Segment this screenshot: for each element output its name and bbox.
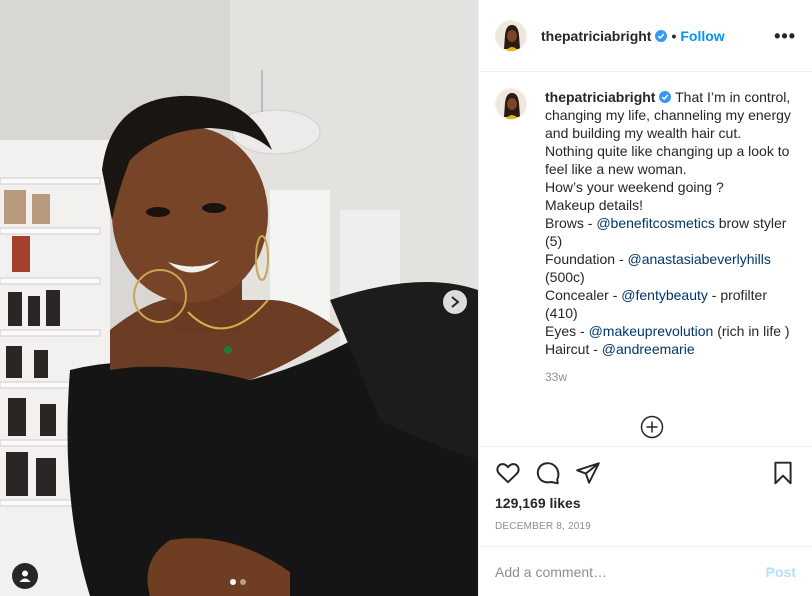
caption-area: thepatriciabright That I’m in control, c… <box>479 72 812 446</box>
caption-line: Concealer - @fentybeauty - profilter (41… <box>545 286 796 322</box>
caption-line-text: Nothing quite like changing up a look to… <box>545 143 790 177</box>
carousel-dot <box>240 579 246 585</box>
caption-avatar[interactable] <box>495 88 527 120</box>
carousel-indicator <box>230 579 246 585</box>
verified-badge-icon <box>659 91 672 103</box>
bookmark-icon[interactable] <box>770 460 796 486</box>
caption-line-text: How’s your weekend going ? <box>545 179 724 195</box>
tagged-users-button[interactable] <box>12 563 38 589</box>
caption-line-text: (500c) <box>545 269 585 285</box>
action-bar <box>495 453 796 493</box>
paper-plane-icon[interactable] <box>575 460 601 486</box>
caption-line-text: Concealer - <box>545 287 622 303</box>
plus-circle-icon[interactable] <box>640 415 664 439</box>
caption-line-text: Makeup details! <box>545 197 644 213</box>
post-sidebar: thepatriciabright • Follow ••• thepatric… <box>478 0 812 596</box>
post-actions: 129,169 likes DECEMBER 8, 2019 <box>479 446 812 546</box>
caption-line-text: Haircut - <box>545 341 602 357</box>
caption-username[interactable]: thepatriciabright <box>545 89 655 105</box>
avatar-image <box>496 89 526 119</box>
caption-text: thepatriciabright That I’m in control, c… <box>545 88 796 358</box>
mention-link[interactable]: @andreemarie <box>602 341 695 357</box>
verified-badge-icon <box>655 29 668 42</box>
comment-icon[interactable] <box>535 460 561 486</box>
user-tag-icon <box>19 570 31 582</box>
caption-line-text: Foundation - <box>545 251 628 267</box>
avatar[interactable] <box>495 19 527 52</box>
caption-line-text: Brows - <box>545 215 597 231</box>
follow-button[interactable]: Follow <box>680 28 724 44</box>
comment-input[interactable] <box>495 563 766 580</box>
separator-dot: • <box>671 27 677 44</box>
avatar-image <box>496 20 526 51</box>
next-photo-button[interactable] <box>443 290 467 314</box>
caption-line-text: Eyes - <box>545 323 589 339</box>
more-options-button[interactable]: ••• <box>774 27 796 45</box>
comment-box: Post <box>479 546 812 596</box>
username-link[interactable]: thepatriciabright <box>541 28 651 44</box>
mention-link[interactable]: @makeuprevolution <box>589 323 714 339</box>
caption-line: Nothing quite like changing up a look to… <box>545 142 796 178</box>
post-header: thepatriciabright • Follow ••• <box>479 0 812 72</box>
caption-line: How’s your weekend going ? <box>545 178 796 196</box>
mention-link[interactable]: @anastasiabeverlyhills <box>628 251 771 267</box>
caption-line: Brows - @benefitcosmetics brow styler (5… <box>545 214 796 250</box>
caption-line: Haircut - @andreemarie <box>545 340 796 358</box>
chevron-right-icon <box>451 296 460 308</box>
mention-link[interactable]: @benefitcosmetics <box>596 215 714 231</box>
caption-line: Makeup details! <box>545 196 796 214</box>
heart-icon[interactable] <box>495 460 521 486</box>
caption: thepatriciabright That I’m in control, c… <box>495 88 796 358</box>
caption-line: Eyes - @makeuprevolution (rich in life ) <box>545 322 796 340</box>
likes-count[interactable]: 129,169 likes <box>495 495 796 511</box>
caption-line-text: (rich in life ) <box>713 323 790 339</box>
carousel-dot-active <box>230 579 236 585</box>
mention-link[interactable]: @fentybeauty <box>621 287 708 303</box>
post-date: DECEMBER 8, 2019 <box>495 521 592 532</box>
instagram-post: thepatriciabright • Follow ••• thepatric… <box>0 0 812 596</box>
post-comment-button[interactable]: Post <box>766 564 796 580</box>
photo-image <box>0 0 478 596</box>
post-photo <box>0 0 478 596</box>
post-age[interactable]: 33w <box>545 370 796 384</box>
caption-line: Foundation - @anastasiabeverlyhills (500… <box>545 250 796 286</box>
